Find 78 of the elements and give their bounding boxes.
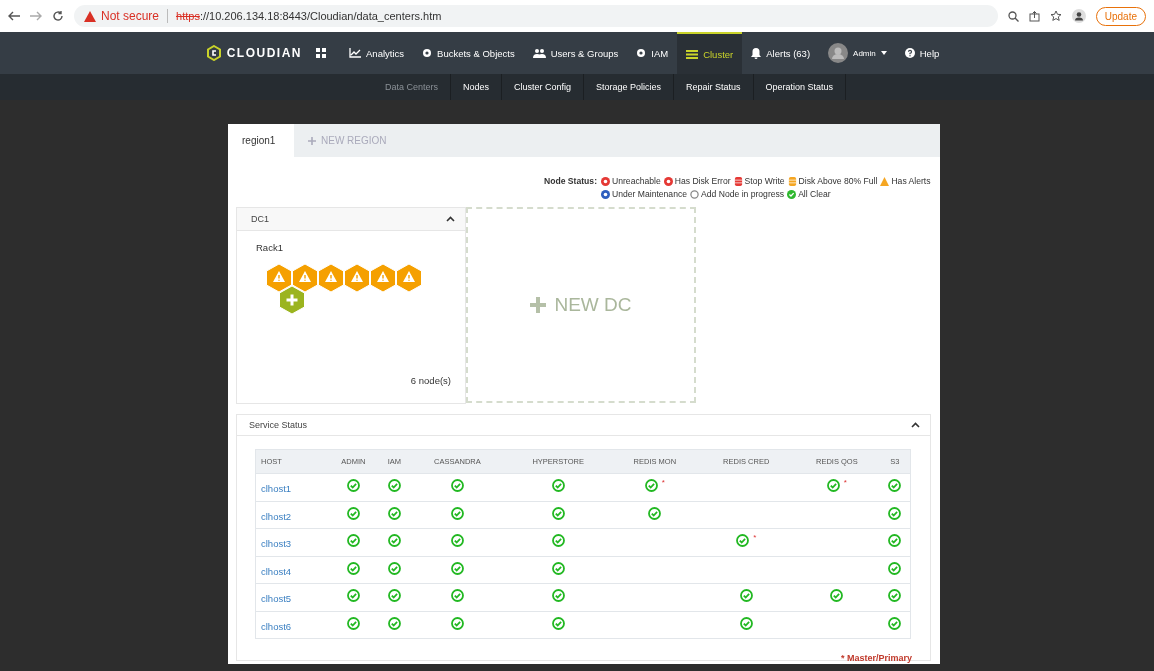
node-alert-icon[interactable] (369, 263, 397, 293)
master-marker: * (843, 478, 847, 488)
maintenance-status-icon (601, 189, 610, 199)
nav-item[interactable]: Users & Groups (523, 32, 628, 74)
nav-item[interactable]: Analytics (340, 32, 414, 74)
legend-item: Has Alerts (880, 176, 931, 186)
host-link[interactable]: clhost1 (261, 483, 292, 495)
nav-item[interactable]: Admin (819, 32, 896, 74)
bell-icon (751, 47, 762, 59)
caret-icon (880, 51, 887, 55)
legend-item: Under Maintenance (601, 189, 687, 199)
node-alert-icon[interactable] (343, 263, 371, 293)
footnote: * Master/Primary (840, 653, 912, 663)
security-label: Not secure (101, 9, 160, 23)
node-alert-icon[interactable] (265, 263, 293, 293)
help-icon (904, 48, 915, 58)
collapse-icon[interactable] (446, 216, 455, 222)
subnav-tab[interactable]: Operation Status (753, 74, 847, 100)
add-node-icon[interactable] (278, 285, 306, 315)
master-marker: * (753, 533, 757, 543)
plus-icon (530, 297, 547, 313)
subnav-tab[interactable]: Cluster Config (501, 74, 584, 100)
master-marker: * (661, 478, 665, 488)
node-alert-icon[interactable] (317, 263, 345, 293)
panel-title: Service Status (249, 420, 308, 430)
node-alert-icon[interactable] (395, 263, 423, 293)
share-icon[interactable] (1028, 10, 1040, 22)
host-link[interactable]: clhost4 (261, 565, 292, 577)
legend-item: Unreachable (601, 176, 661, 186)
plus-icon (308, 136, 316, 145)
region-tab[interactable]: region1 (228, 124, 294, 157)
back-icon[interactable] (8, 11, 20, 21)
nav-item[interactable]: Buckets & Objects (413, 32, 524, 74)
unreachable-status-icon (601, 176, 610, 186)
subnav-tab[interactable]: Data Centers (372, 74, 451, 100)
nav-item[interactable]: Help (895, 32, 949, 74)
node-alert-icon[interactable] (291, 263, 319, 293)
clear-status-icon (787, 189, 797, 199)
apps-grid-icon[interactable] (316, 48, 327, 58)
host-link[interactable]: clhost2 (261, 510, 292, 522)
host-link[interactable]: clhost6 (261, 620, 292, 632)
users-icon (532, 48, 546, 58)
subnav-tab[interactable]: Repair Status (674, 74, 754, 100)
chart-icon (349, 48, 362, 58)
legend-item: Add Node in progress (690, 189, 785, 199)
logo[interactable]: CLOUDIAN (205, 45, 303, 61)
collapse-icon[interactable] (911, 422, 920, 428)
subnav-tab[interactable]: Nodes (450, 74, 502, 100)
dc-title: DC1 (251, 214, 269, 224)
legend-item: Disk Above 80% Full (787, 176, 878, 186)
logo-icon (205, 45, 222, 61)
star-icon[interactable] (1049, 10, 1062, 22)
url-text: https://10.206.134.18:8443/Cloudian/data_centers.htm (176, 10, 442, 22)
legend-item: Has Disk Error (663, 176, 731, 186)
profile-icon[interactable] (1071, 9, 1086, 23)
server-icon (686, 49, 699, 59)
nav-item[interactable]: Cluster (677, 32, 743, 74)
legend-title: Node Status: (544, 176, 597, 188)
node-count: 6 node(s) (410, 375, 451, 386)
zoom-icon[interactable] (1007, 10, 1019, 22)
disk-full-status-icon (787, 176, 797, 186)
nav-item[interactable]: IAM (627, 32, 678, 74)
alert-status-icon (880, 176, 890, 186)
disk-error-status-icon (663, 176, 673, 186)
host-link[interactable]: clhost3 (261, 538, 292, 550)
warning-icon (84, 10, 96, 22)
reload-icon[interactable] (52, 10, 64, 22)
host-link[interactable]: clhost5 (261, 593, 292, 605)
avatar-icon (828, 43, 849, 63)
adding-status-icon (690, 189, 699, 199)
nav-item[interactable]: Alerts (63) (742, 32, 820, 74)
stop-write-status-icon (733, 176, 743, 186)
legend-item: All Clear (787, 189, 831, 199)
legend-item: Stop Write (733, 176, 785, 186)
rack-label: Rack1 (255, 241, 284, 253)
logo-text: CLOUDIAN (226, 46, 303, 60)
subnav-tab[interactable]: Storage Policies (583, 74, 674, 100)
address-bar[interactable]: Not secure https://10.206.134.18:8443/Cloudian/data_centers.htm (74, 5, 998, 27)
